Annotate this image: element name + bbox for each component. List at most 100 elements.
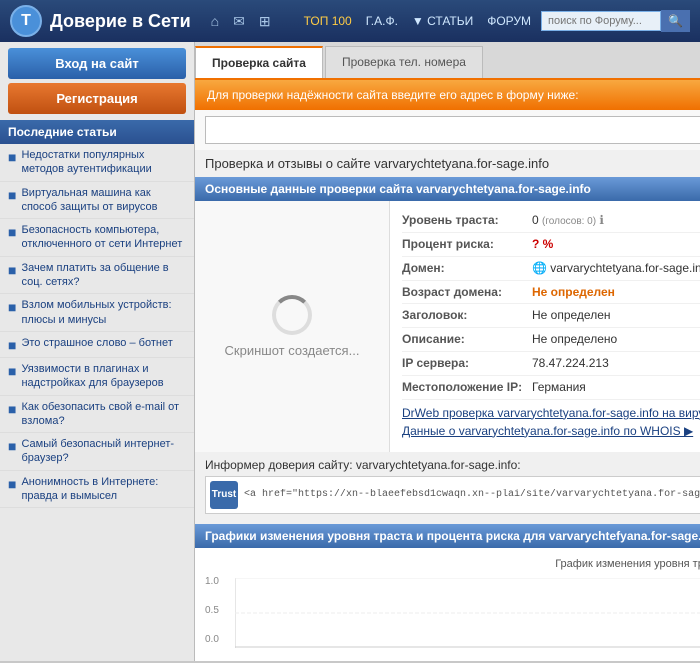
header: Т Доверие в Сети ⌂ ✉ ⊞ ТОП 100 Г.А.Ф. ▼ … (0, 0, 700, 42)
description-value: Не определено (532, 331, 617, 348)
site-details-top: Уровень траста: 0 (голосов: 0) ℹ Процент… (402, 209, 700, 444)
site-title: Доверие в Сети (50, 11, 191, 32)
list-item: ■ Это страшное слово – ботнет (0, 332, 194, 358)
bullet-icon: ■ (8, 401, 16, 417)
detail-row-trust: Уровень траста: 0 (голосов: 0) ℹ (402, 209, 700, 233)
screenshot-area: Скриншот создается... (195, 201, 390, 452)
domain-value: 🌐 varvarychtetyana.for-sage.info (532, 260, 700, 277)
url-input[interactable] (205, 116, 700, 144)
list-item: ■ Виртуальная машина как способ защиты о… (0, 182, 194, 220)
article-link[interactable]: Это страшное слово – ботнет (21, 336, 172, 350)
nav-faq[interactable]: Г.А.Ф. (366, 14, 398, 28)
location-label: Местоположение IP: (402, 379, 532, 396)
bullet-icon: ■ (8, 476, 16, 492)
register-button[interactable]: Регистрация (8, 83, 186, 114)
detail-row-risk: Процент риска: ? % (402, 233, 700, 257)
article-link[interactable]: Самый безопасный интернет-браузер? (21, 437, 186, 466)
info-box-text: Для проверки надёжности сайта введите ег… (207, 88, 579, 102)
informer-section: Информер доверия сайту: varvarychtetyana… (195, 452, 700, 520)
tab-check-phone[interactable]: Проверка тел. номера (325, 46, 483, 78)
url-input-area: ПРОВЕРКА САЙТА (195, 110, 700, 150)
content-area: Проверка сайта Проверка тел. номера Для … (195, 42, 700, 661)
article-link[interactable]: Безопасность компьютера, отключенного от… (21, 223, 186, 252)
result-content: Скриншот создается... Уровень траста: 0 … (195, 201, 700, 452)
result-title: Проверка и отзывы о сайте varvarychtetya… (195, 150, 700, 177)
detail-row-desc: Описание: Не определено (402, 328, 700, 352)
domain-label: Домен: (402, 260, 532, 277)
site-title-label: Заголовок: (402, 307, 532, 324)
article-link[interactable]: Как обезопасить свой e-mail от взлома? (21, 400, 186, 429)
graph-content: График изменения уровня траста для varva… (195, 548, 700, 661)
detail-row-domain: Домен: 🌐 varvarychtetyana.for-sage.info (402, 257, 700, 281)
bullet-icon: ■ (8, 299, 16, 315)
nav-articles[interactable]: ▼ СТАТЬИ (412, 14, 473, 28)
trust-level-value: 0 (голосов: 0) ℹ (532, 212, 604, 229)
graph-area-wrapper: 1.0 0.5 0.0 (205, 578, 700, 651)
mail-icon[interactable]: ✉ (233, 13, 245, 30)
bullet-icon: ■ (8, 224, 16, 240)
whois-link[interactable]: Данные о varvarychtetyana.for-sage.info … (402, 422, 700, 440)
sidebar: Вход на сайт Регистрация Последние стать… (0, 42, 195, 661)
tabs-bar: Проверка сайта Проверка тел. номера (195, 42, 700, 80)
login-button[interactable]: Вход на сайт (8, 48, 186, 79)
article-link[interactable]: Виртуальная машина как способ защиты от … (21, 186, 186, 215)
drweb-link[interactable]: DrWeb проверка varvarychtetyana.for-sage… (402, 404, 700, 422)
tab-check-site[interactable]: Проверка сайта (195, 46, 323, 78)
graph-y-label-2: 0.5 (205, 605, 219, 616)
logo: Т Доверие в Сети (10, 5, 191, 37)
nav-links: ТОП 100 Г.А.Ф. ▼ СТАТЬИ ФОРУМ (304, 14, 531, 28)
ip-value: 78.47.224.213 (532, 355, 609, 372)
site-title-value: Не определен (532, 307, 611, 324)
graph-header: Графики изменения уровня траста и процен… (195, 524, 700, 548)
graph-chart (235, 578, 700, 651)
logo-icon: Т (10, 5, 42, 37)
informer-icon: Trust (210, 481, 238, 509)
section-header: Основные данные проверки сайта varvarych… (195, 177, 700, 201)
search-box: 🔍 (541, 10, 690, 32)
list-item: ■ Недостатки популярных методов аутентиф… (0, 144, 194, 182)
description-label: Описание: (402, 331, 532, 348)
location-value: Германия (532, 379, 586, 396)
grid-icon[interactable]: ⊞ (259, 13, 271, 30)
main-layout: Вход на сайт Регистрация Последние стать… (0, 42, 700, 661)
detail-row-ip: IP сервера: 78.47.224.213 (402, 352, 700, 376)
drweb-link-row: DrWeb проверка varvarychtetyana.for-sage… (402, 400, 700, 444)
domain-age-label: Возраст домена: (402, 284, 532, 301)
bullet-icon: ■ (8, 262, 16, 278)
nav-forum[interactable]: ФОРУМ (487, 14, 531, 28)
result-title-text: Проверка и отзывы о сайте varvarychtetya… (205, 156, 549, 171)
screenshot-text: Скриншот создается... (225, 343, 360, 358)
nav-top100[interactable]: ТОП 100 (304, 14, 352, 28)
list-item: ■ Безопасность компьютера, отключенного … (0, 219, 194, 257)
article-link[interactable]: Недостатки популярных методов аутентифик… (21, 148, 186, 177)
graph-inner-title: График изменения уровня траста для varva… (205, 558, 700, 570)
article-link[interactable]: Уязвимости в плагинах и надстройках для … (21, 362, 186, 391)
bullet-icon: ■ (8, 337, 16, 353)
bullet-icon: ■ (8, 187, 16, 203)
detail-row-location: Местоположение IP: Германия (402, 376, 700, 400)
informer-box: Trust <a href="https://xn--blaeefebsd1cw… (205, 476, 700, 514)
list-item: ■ Зачем платить за общение в соц. сетях? (0, 257, 194, 295)
bullet-icon: ■ (8, 363, 16, 379)
bullet-icon: ■ (8, 149, 16, 165)
sidebar-articles-title: Последние статьи (0, 120, 194, 144)
search-button[interactable]: 🔍 (661, 10, 690, 32)
info-box: Для проверки надёжности сайта введите ег… (195, 80, 700, 110)
article-link[interactable]: Анонимность в Интернете: правда и вымысе… (21, 475, 186, 504)
article-link[interactable]: Зачем платить за общение в соц. сетях? (21, 261, 186, 290)
loading-spinner (272, 295, 312, 335)
list-item: ■ Анонимность в Интернете: правда и вымы… (0, 471, 194, 509)
graph-svg (235, 578, 700, 648)
search-input[interactable] (541, 11, 661, 31)
domain-age-value: Не определен (532, 284, 615, 301)
site-details-main: Уровень траста: 0 (голосов: 0) ℹ Процент… (402, 209, 700, 444)
detail-row-title: Заголовок: Не определен (402, 304, 700, 328)
list-item: ■ Взлом мобильных устройств: плюсы и мин… (0, 294, 194, 332)
risk-percent-label: Процент риска: (402, 236, 532, 253)
graph-y-labels: 1.0 0.5 0.0 (205, 576, 219, 663)
home-icon[interactable]: ⌂ (211, 13, 219, 29)
informer-title: Информер доверия сайту: varvarychtetyana… (205, 458, 700, 472)
article-link[interactable]: Взлом мобильных устройств: плюсы и минус… (21, 298, 186, 327)
graph-section: Графики изменения уровня траста и процен… (195, 524, 700, 661)
site-details: Уровень траста: 0 (голосов: 0) ℹ Процент… (390, 201, 700, 452)
